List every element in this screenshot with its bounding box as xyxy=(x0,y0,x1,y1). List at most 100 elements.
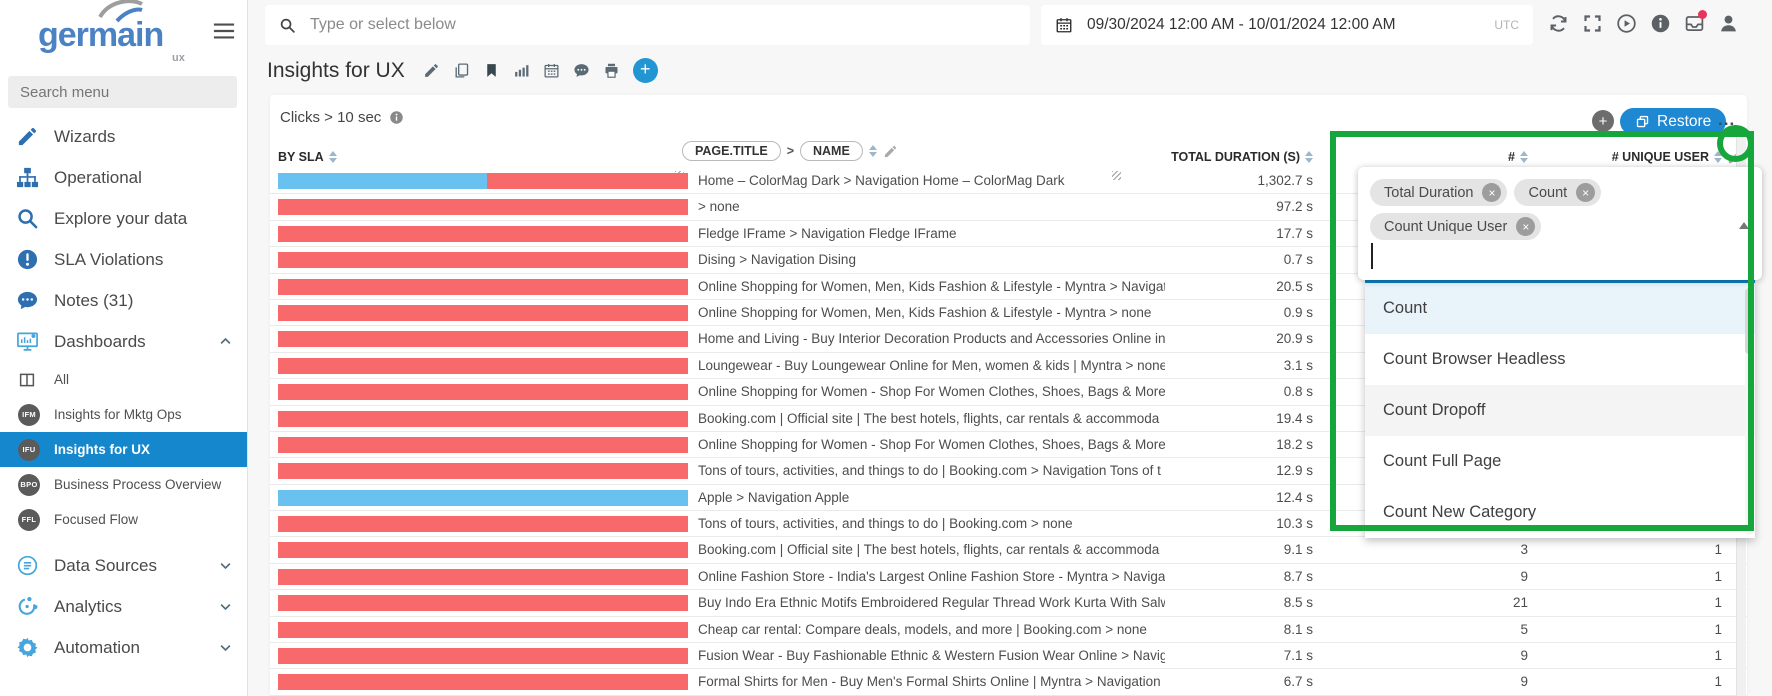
table-row[interactable]: Fusion Wear - Buy Fashionable Ethnic & W… xyxy=(270,643,1747,669)
sla-bar[interactable] xyxy=(278,516,688,532)
sla-bar[interactable] xyxy=(278,358,688,374)
sidebar-item-all[interactable]: All xyxy=(0,362,247,397)
group-pill-page-title[interactable]: PAGE.TITLE xyxy=(682,141,781,161)
sidebar-item-data-sources[interactable]: Data Sources xyxy=(0,545,247,586)
chevron-up-icon[interactable] xyxy=(218,334,233,349)
selected-tag: Total Duration× xyxy=(1370,179,1507,206)
sla-bar[interactable] xyxy=(278,595,688,611)
sort-icon[interactable] xyxy=(329,147,337,167)
sla-bar[interactable] xyxy=(278,569,688,585)
column-header-count[interactable]: # xyxy=(1365,147,1528,167)
restore-button[interactable]: Restore xyxy=(1620,108,1726,135)
sla-bar[interactable] xyxy=(278,226,688,242)
sla-bar[interactable] xyxy=(278,199,688,215)
edit-group-icon[interactable] xyxy=(883,144,898,159)
dropdown-option[interactable]: Count xyxy=(1365,283,1755,334)
calendar-icon[interactable] xyxy=(543,62,560,79)
sidebar-item-operational[interactable]: Operational xyxy=(0,157,247,198)
sidebar-search-input[interactable] xyxy=(8,76,237,108)
notifications-button[interactable] xyxy=(1684,13,1705,34)
add-widget-button[interactable]: + xyxy=(633,58,658,83)
sla-bar[interactable] xyxy=(278,542,688,558)
chevron-down-icon[interactable] xyxy=(218,558,233,573)
play-button[interactable] xyxy=(1616,13,1637,34)
user-menu-button[interactable] xyxy=(1718,13,1739,34)
remove-tag-icon[interactable]: × xyxy=(1482,183,1501,202)
sla-bar[interactable] xyxy=(278,279,688,295)
bookmark-icon[interactable] xyxy=(483,62,500,79)
brand-name[interactable]: germain xyxy=(38,18,163,52)
logo: germain ux xyxy=(0,0,247,66)
sla-bar[interactable] xyxy=(278,384,688,400)
dropdown-scrollbar-thumb[interactable] xyxy=(1745,288,1754,354)
sla-bar[interactable] xyxy=(278,331,688,347)
table-row[interactable]: Online Fashion Store - India's Largest O… xyxy=(270,564,1747,590)
sidebar-item-analytics[interactable]: Analytics xyxy=(0,586,247,627)
sla-bar[interactable] xyxy=(278,252,688,268)
add-column-button[interactable]: + xyxy=(1592,110,1614,132)
sla-bar[interactable] xyxy=(278,463,688,479)
sidebar-item-insights-for-ux[interactable]: IFUInsights for UX xyxy=(0,432,247,467)
sla-bar[interactable] xyxy=(278,411,688,427)
date-range-picker[interactable]: 09/30/2024 12:00 AM - 10/01/2024 12:00 A… xyxy=(1041,5,1533,45)
sla-bar[interactable] xyxy=(278,622,688,638)
group-pill-name[interactable]: NAME xyxy=(800,141,863,161)
edit-dashboard-icon[interactable] xyxy=(423,62,440,79)
column-header-total-duration[interactable]: TOTAL DURATION (S) xyxy=(1060,147,1313,167)
sort-icon[interactable] xyxy=(1305,147,1313,167)
sidebar-item-focused-flow[interactable]: FFLFocused Flow xyxy=(0,502,247,537)
chevron-down-icon[interactable] xyxy=(218,640,233,655)
selected-tag: Count Unique User× xyxy=(1370,213,1541,240)
global-search-input[interactable] xyxy=(308,15,1016,35)
chevron-down-icon[interactable] xyxy=(218,599,233,614)
print-icon[interactable] xyxy=(603,62,620,79)
row-total-duration: 6.7 s xyxy=(1150,669,1313,695)
table-row[interactable]: Formal Shirts for Men - Buy Men's Formal… xyxy=(270,669,1747,695)
row-page-name: Fledge IFrame > Navigation Fledge IFrame xyxy=(698,221,1165,247)
sidebar-item-explore-your-data[interactable]: Explore your data xyxy=(0,198,247,239)
sla-bar[interactable] xyxy=(278,648,688,664)
info-button[interactable] xyxy=(1650,13,1671,34)
hamburger-menu-icon[interactable] xyxy=(213,22,235,40)
sla-bar[interactable] xyxy=(278,674,688,690)
dropdown-option[interactable]: Count Full Page xyxy=(1365,436,1755,487)
remove-tag-icon[interactable]: × xyxy=(1516,217,1535,236)
sidebar-item-business-process-overview[interactable]: BPOBusiness Process Overview xyxy=(0,467,247,502)
widget-more-button[interactable]: ... xyxy=(1718,110,1735,130)
timezone-label[interactable]: UTC xyxy=(1494,18,1519,32)
dropdown-option[interactable]: Count Browser Headless xyxy=(1365,334,1755,385)
sla-bar[interactable] xyxy=(278,490,688,506)
sidebar-item-insights-for-mktg-ops[interactable]: IFMInsights for Mktg Ops xyxy=(0,397,247,432)
sla-bar[interactable] xyxy=(278,173,688,189)
table-row[interactable]: Cheap car rental: Compare deals, models,… xyxy=(270,617,1747,643)
sort-icon[interactable] xyxy=(869,141,877,161)
sort-icon[interactable] xyxy=(1714,147,1722,167)
collapse-caret-icon[interactable] xyxy=(1739,217,1749,229)
column-header-unique-user[interactable]: # UNIQUE USER xyxy=(1510,147,1742,167)
sla-bar[interactable] xyxy=(278,437,688,453)
sidebar-item-automation[interactable]: Automation xyxy=(0,627,247,668)
sidebar-item-dashboards[interactable]: Dashboards xyxy=(0,321,247,362)
table-row[interactable]: Booking.com | Official site | The best h… xyxy=(270,537,1747,563)
sidebar-item-notes-31-[interactable]: Notes (31) xyxy=(0,280,247,321)
sidebar-item-sla-violations[interactable]: SLA Violations xyxy=(0,239,247,280)
remove-tag-icon[interactable]: × xyxy=(1576,183,1595,202)
dropdown-option[interactable]: Count Dropoff xyxy=(1365,385,1755,436)
fullscreen-button[interactable] xyxy=(1582,13,1603,34)
bar-chart-icon[interactable] xyxy=(513,62,530,79)
sla-bar-ok-segment xyxy=(278,490,688,506)
comment-icon[interactable] xyxy=(573,62,590,79)
sidebar-item-label: Business Process Overview xyxy=(54,477,221,492)
row-page-name: Dising > Navigation Dising xyxy=(698,247,1165,273)
copy-icon[interactable] xyxy=(453,62,470,79)
row-total-duration: 10.3 s xyxy=(1150,511,1313,537)
column-header-by-sla[interactable]: BY SLA xyxy=(278,147,337,167)
sla-bar[interactable] xyxy=(278,305,688,321)
widget-info-icon[interactable] xyxy=(389,110,404,125)
dropdown-scrollbar[interactable] xyxy=(1745,287,1754,535)
refresh-button[interactable] xyxy=(1548,13,1569,34)
sidebar-item-wizards[interactable]: Wizards xyxy=(0,116,247,157)
dropdown-option[interactable]: Count New Category xyxy=(1365,487,1755,538)
column-header-group[interactable]: PAGE.TITLE > NAME xyxy=(682,141,898,161)
table-row[interactable]: Buy Indo Era Ethnic Motifs Embroidered R… xyxy=(270,590,1747,616)
